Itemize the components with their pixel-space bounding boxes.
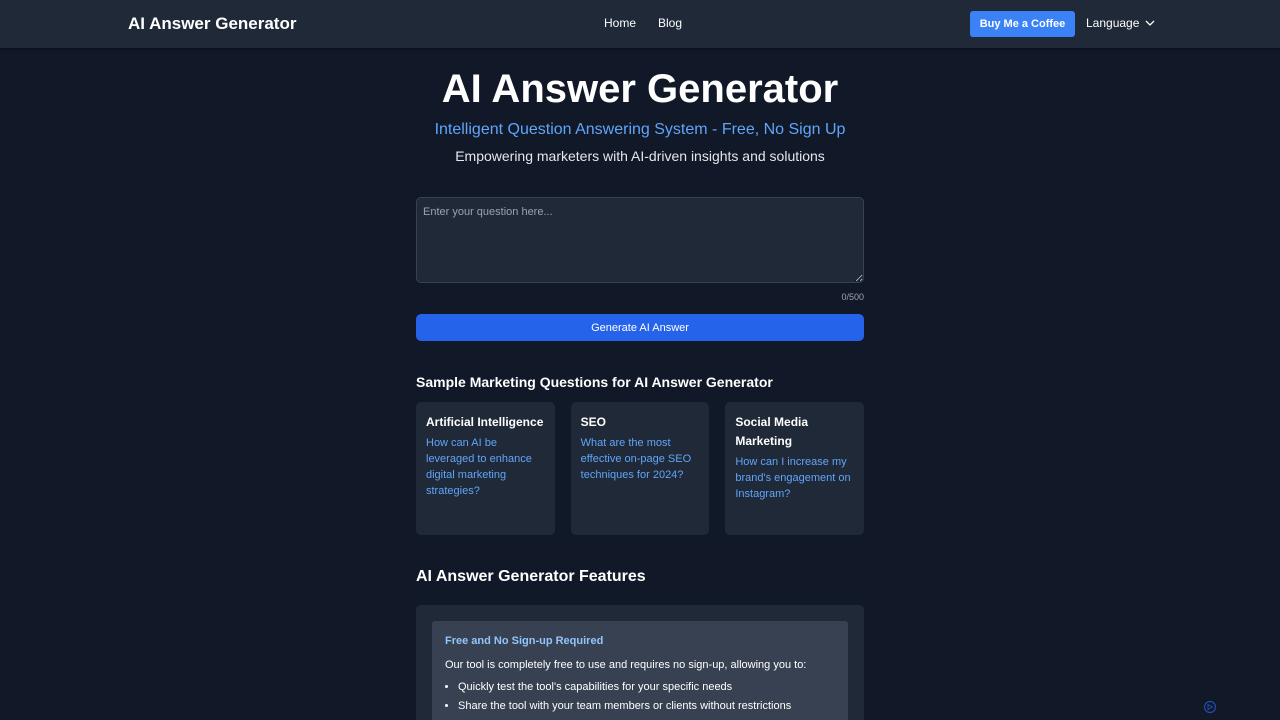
sample-card-question[interactable]: How can I increase my brand's engagement… [735,454,854,502]
sample-card-title: Social Media Marketing [735,415,809,448]
features-section: Free and No Sign-up Required Our tool is… [416,605,864,720]
sample-card-question[interactable]: How can AI be leveraged to enhance digit… [426,435,545,499]
language-dropdown[interactable]: Language [1086,16,1155,30]
feature-title: Free and No Sign-up Required [445,635,604,647]
nav-link-home[interactable]: Home [604,16,636,30]
feature-list: Quickly test the tool's capabilities for… [445,678,835,716]
nav-links: Home Blog [604,16,682,30]
page-title: AI Answer Generator [441,67,839,111]
buy-me-a-coffee-button[interactable]: Buy Me a Coffee [970,11,1075,37]
language-label: Language [1086,16,1140,30]
sample-questions-list: Artificial Intelligence How can AI be le… [416,402,865,535]
sample-card-title: SEO [580,415,607,429]
sample-card-question[interactable]: What are the most effective on-page SEO … [581,435,700,483]
question-input[interactable] [416,197,864,283]
sample-card-artificial-intelligence[interactable]: Artificial Intelligence How can AI be le… [416,402,555,535]
page-subtitle: Intelligent Question Answering System - … [434,121,846,138]
sample-card-title: Artificial Intelligence [426,415,544,429]
feature-item: Free and No Sign-up Required Our tool is… [432,621,848,720]
refresh-icon[interactable] [1203,700,1217,714]
generate-answer-button[interactable]: Generate AI Answer [416,314,864,341]
page-description: Empowering marketers with AI-driven insi… [455,148,825,164]
feature-text: Our tool is completely free to use and r… [445,659,807,671]
brand-logo[interactable]: AI Answer Generator [128,14,296,34]
character-counter: 0/500 [841,292,864,302]
sample-card-social-media-marketing[interactable]: Social Media Marketing How can I increas… [725,402,865,535]
list-item: Quickly test the tool's capabilities for… [458,678,835,697]
sample-card-seo[interactable]: SEO What are the most effective on-page … [570,402,710,535]
navbar: AI Answer Generator Home Blog Buy Me a C… [0,0,1280,48]
chevron-down-icon [1145,20,1155,26]
features-heading: AI Answer Generator Features [416,568,646,585]
sample-questions-heading: Sample Marketing Questions for AI Answer… [416,374,773,390]
list-item: Share the tool with your team members or… [458,697,835,716]
nav-link-blog[interactable]: Blog [658,16,682,30]
